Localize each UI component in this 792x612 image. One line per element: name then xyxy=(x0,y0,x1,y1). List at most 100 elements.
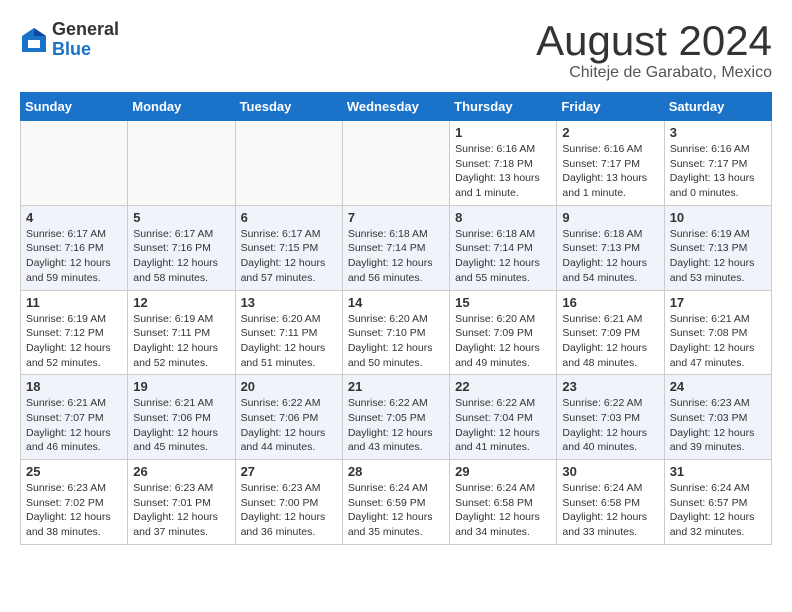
logo-blue-text: Blue xyxy=(52,40,119,60)
calendar-day-cell: 10Sunrise: 6:19 AMSunset: 7:13 PMDayligh… xyxy=(664,205,771,290)
day-number: 27 xyxy=(241,464,337,479)
day-info: Sunrise: 6:18 AMSunset: 7:14 PMDaylight:… xyxy=(348,227,444,286)
location-subtitle: Chiteje de Garabato, Mexico xyxy=(536,64,772,82)
calendar-day-cell: 15Sunrise: 6:20 AMSunset: 7:09 PMDayligh… xyxy=(450,290,557,375)
calendar-day-cell xyxy=(342,121,449,206)
calendar-day-cell: 6 Sunrise: 6:17 AMSunset: 7:15 PMDaylight… xyxy=(235,205,342,290)
calendar-week-row: 11 Sunrise: 6:19 AMSunset: 7:12 PMDayligh… xyxy=(21,290,772,375)
weekday-header: Sunday xyxy=(21,93,128,121)
calendar-day-cell: 27 Sunrise: 6:23 AMSunset: 7:00 PMDayligh… xyxy=(235,460,342,545)
day-number: 31 xyxy=(670,464,766,479)
day-number: 29 xyxy=(455,464,551,479)
day-info: Sunrise: 6:20 AMSunset: 7:10 PMDaylight:… xyxy=(348,312,444,371)
day-info: Sunrise: 6:22 AMSunset: 7:04 PMDaylight:… xyxy=(455,396,551,455)
calendar-day-cell: 4 Sunrise: 6:17 AMSunset: 7:16 PMDaylight… xyxy=(21,205,128,290)
calendar-day-cell: 14Sunrise: 6:20 AMSunset: 7:10 PMDayligh… xyxy=(342,290,449,375)
day-info: Sunrise: 6:17 AMSunset: 7:15 PMDaylight:… xyxy=(241,227,337,286)
calendar-day-cell: 1Sunrise: 6:16 AMSunset: 7:18 PMDaylight… xyxy=(450,121,557,206)
calendar-day-cell: 13Sunrise: 6:20 AMSunset: 7:11 PMDayligh… xyxy=(235,290,342,375)
calendar-day-cell: 30 Sunrise: 6:24 AMSunset: 6:58 PMDayligh… xyxy=(557,460,664,545)
calendar-day-cell: 29Sunrise: 6:24 AMSunset: 6:58 PMDayligh… xyxy=(450,460,557,545)
calendar-day-cell: 5 Sunrise: 6:17 AMSunset: 7:16 PMDaylight… xyxy=(128,205,235,290)
day-number: 30 xyxy=(562,464,658,479)
weekday-header: Friday xyxy=(557,93,664,121)
calendar-day-cell: 28 Sunrise: 6:24 AMSunset: 6:59 PMDayligh… xyxy=(342,460,449,545)
day-info: Sunrise: 6:24 AMSunset: 6:57 PMDaylight:… xyxy=(670,481,766,540)
weekday-header: Thursday xyxy=(450,93,557,121)
day-number: 4 xyxy=(26,210,122,225)
day-number: 19 xyxy=(133,379,229,394)
day-info: Sunrise: 6:18 AMSunset: 7:13 PMDaylight:… xyxy=(562,227,658,286)
day-info: Sunrise: 6:19 AMSunset: 7:11 PMDaylight:… xyxy=(133,312,229,371)
day-number: 21 xyxy=(348,379,444,394)
day-info: Sunrise: 6:20 AMSunset: 7:09 PMDaylight:… xyxy=(455,312,551,371)
logo-icon xyxy=(20,26,48,54)
day-info: Sunrise: 6:21 AMSunset: 7:08 PMDaylight:… xyxy=(670,312,766,371)
day-number: 12 xyxy=(133,295,229,310)
day-number: 25 xyxy=(26,464,122,479)
weekday-header-row: SundayMondayTuesdayWednesdayThursdayFrid… xyxy=(21,93,772,121)
day-info: Sunrise: 6:16 AMSunset: 7:17 PMDaylight:… xyxy=(670,142,766,201)
day-info: Sunrise: 6:22 AMSunset: 7:06 PMDaylight:… xyxy=(241,396,337,455)
day-number: 18 xyxy=(26,379,122,394)
day-info: Sunrise: 6:20 AMSunset: 7:11 PMDaylight:… xyxy=(241,312,337,371)
calendar-day-cell: 23 Sunrise: 6:22 AMSunset: 7:03 PMDayligh… xyxy=(557,375,664,460)
logo: General Blue xyxy=(20,20,119,60)
day-number: 6 xyxy=(241,210,337,225)
calendar-day-cell: 16 Sunrise: 6:21 AMSunset: 7:09 PMDayligh… xyxy=(557,290,664,375)
day-number: 10 xyxy=(670,210,766,225)
calendar-day-cell: 17Sunrise: 6:21 AMSunset: 7:08 PMDayligh… xyxy=(664,290,771,375)
calendar-week-row: 18 Sunrise: 6:21 AMSunset: 7:07 PMDayligh… xyxy=(21,375,772,460)
calendar-week-row: 4 Sunrise: 6:17 AMSunset: 7:16 PMDaylight… xyxy=(21,205,772,290)
day-number: 24 xyxy=(670,379,766,394)
calendar-week-row: 25 Sunrise: 6:23 AMSunset: 7:02 PMDayligh… xyxy=(21,460,772,545)
calendar-day-cell: 19 Sunrise: 6:21 AMSunset: 7:06 PMDayligh… xyxy=(128,375,235,460)
calendar-day-cell: 22 Sunrise: 6:22 AMSunset: 7:04 PMDayligh… xyxy=(450,375,557,460)
day-info: Sunrise: 6:24 AMSunset: 6:58 PMDaylight:… xyxy=(562,481,658,540)
day-number: 23 xyxy=(562,379,658,394)
calendar-day-cell: 12 Sunrise: 6:19 AMSunset: 7:11 PMDayligh… xyxy=(128,290,235,375)
day-info: Sunrise: 6:23 AMSunset: 7:02 PMDaylight:… xyxy=(26,481,122,540)
day-number: 8 xyxy=(455,210,551,225)
day-info: Sunrise: 6:16 AMSunset: 7:17 PMDaylight:… xyxy=(562,142,658,201)
calendar-week-row: 1Sunrise: 6:16 AMSunset: 7:18 PMDaylight… xyxy=(21,121,772,206)
calendar-day-cell: 11 Sunrise: 6:19 AMSunset: 7:12 PMDayligh… xyxy=(21,290,128,375)
calendar-day-cell: 31 Sunrise: 6:24 AMSunset: 6:57 PMDayligh… xyxy=(664,460,771,545)
day-info: Sunrise: 6:22 AMSunset: 7:03 PMDaylight:… xyxy=(562,396,658,455)
day-number: 20 xyxy=(241,379,337,394)
calendar-day-cell xyxy=(21,121,128,206)
day-number: 2 xyxy=(562,125,658,140)
day-info: Sunrise: 6:21 AMSunset: 7:07 PMDaylight:… xyxy=(26,396,122,455)
day-info: Sunrise: 6:21 AMSunset: 7:06 PMDaylight:… xyxy=(133,396,229,455)
day-info: Sunrise: 6:18 AMSunset: 7:14 PMDaylight:… xyxy=(455,227,551,286)
calendar-day-cell: 3 Sunrise: 6:16 AMSunset: 7:17 PMDaylight… xyxy=(664,121,771,206)
calendar-day-cell: 2 Sunrise: 6:16 AMSunset: 7:17 PMDaylight… xyxy=(557,121,664,206)
calendar-table: SundayMondayTuesdayWednesdayThursdayFrid… xyxy=(20,92,772,545)
day-info: Sunrise: 6:17 AMSunset: 7:16 PMDaylight:… xyxy=(133,227,229,286)
day-number: 28 xyxy=(348,464,444,479)
day-info: Sunrise: 6:17 AMSunset: 7:16 PMDaylight:… xyxy=(26,227,122,286)
weekday-header: Wednesday xyxy=(342,93,449,121)
day-info: Sunrise: 6:19 AMSunset: 7:12 PMDaylight:… xyxy=(26,312,122,371)
calendar-day-cell: 21 Sunrise: 6:22 AMSunset: 7:05 PMDayligh… xyxy=(342,375,449,460)
day-number: 16 xyxy=(562,295,658,310)
day-number: 9 xyxy=(562,210,658,225)
calendar-day-cell: 25 Sunrise: 6:23 AMSunset: 7:02 PMDayligh… xyxy=(21,460,128,545)
calendar-day-cell: 7Sunrise: 6:18 AMSunset: 7:14 PMDaylight… xyxy=(342,205,449,290)
page-header: General Blue August 2024 Chiteje de Gara… xyxy=(20,20,772,82)
logo-general-text: General xyxy=(52,20,119,40)
day-info: Sunrise: 6:23 AMSunset: 7:00 PMDaylight:… xyxy=(241,481,337,540)
day-number: 22 xyxy=(455,379,551,394)
day-info: Sunrise: 6:23 AMSunset: 7:01 PMDaylight:… xyxy=(133,481,229,540)
calendar-day-cell: 18 Sunrise: 6:21 AMSunset: 7:07 PMDayligh… xyxy=(21,375,128,460)
day-info: Sunrise: 6:23 AMSunset: 7:03 PMDaylight:… xyxy=(670,396,766,455)
day-number: 1 xyxy=(455,125,551,140)
day-number: 3 xyxy=(670,125,766,140)
day-number: 11 xyxy=(26,295,122,310)
day-info: Sunrise: 6:24 AMSunset: 6:59 PMDaylight:… xyxy=(348,481,444,540)
month-year-title: August 2024 xyxy=(536,20,772,62)
calendar-day-cell: 9 Sunrise: 6:18 AMSunset: 7:13 PMDaylight… xyxy=(557,205,664,290)
day-info: Sunrise: 6:21 AMSunset: 7:09 PMDaylight:… xyxy=(562,312,658,371)
day-info: Sunrise: 6:22 AMSunset: 7:05 PMDaylight:… xyxy=(348,396,444,455)
day-number: 5 xyxy=(133,210,229,225)
